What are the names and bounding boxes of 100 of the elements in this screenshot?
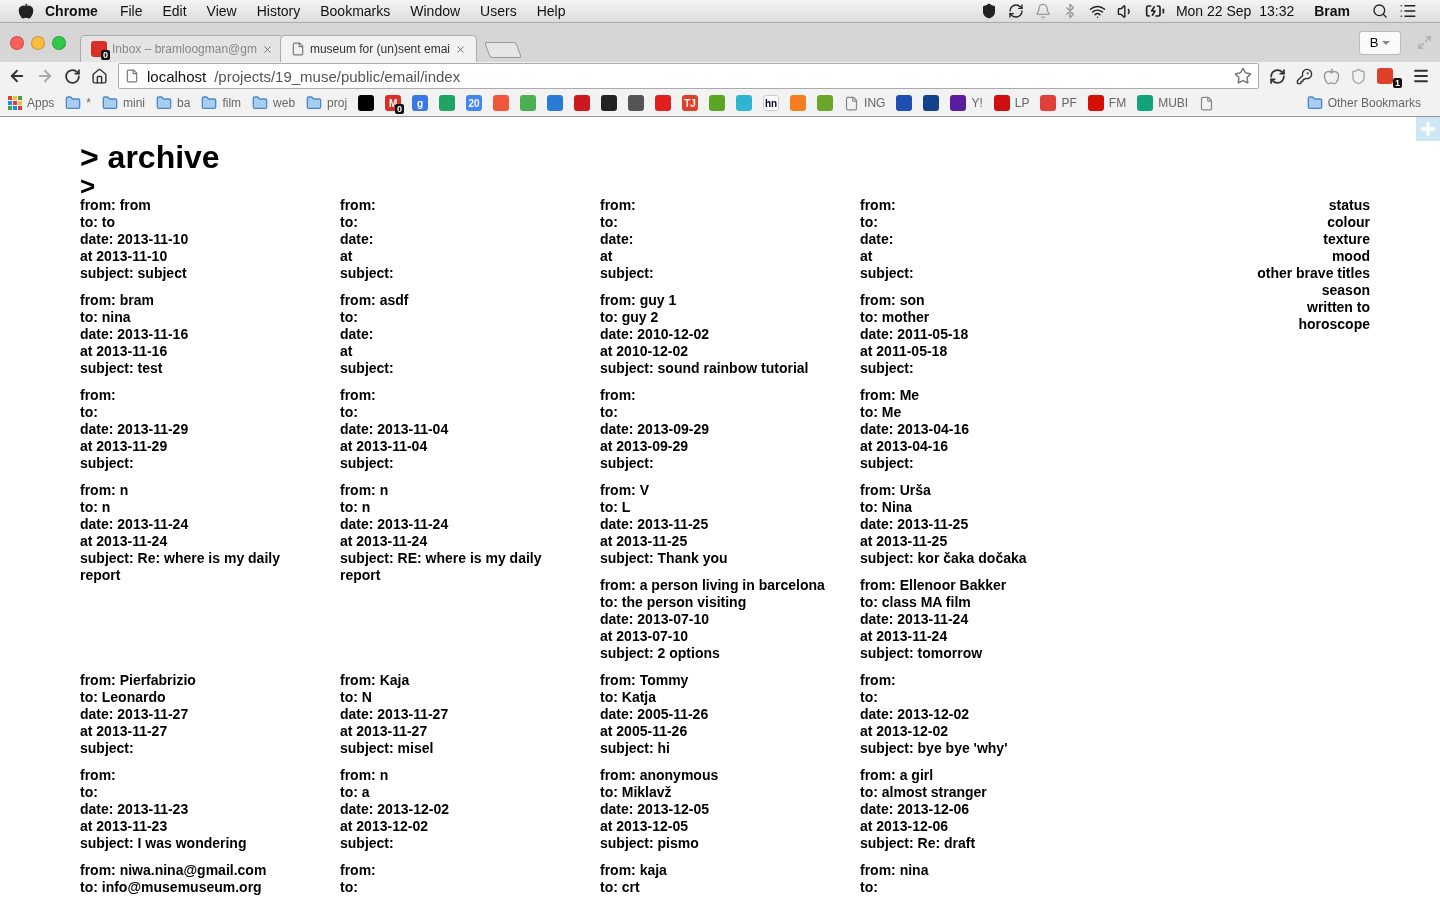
email-field: subject: Re: draft: [860, 835, 1096, 852]
bookmark-icon[interactable]: [896, 95, 913, 111]
bookmark-icon[interactable]: g: [412, 95, 429, 111]
key-icon[interactable]: [1296, 67, 1313, 85]
bookmark[interactable]: Other Bookmarks: [1306, 95, 1421, 111]
reload-icon[interactable]: [64, 67, 81, 85]
bookmark-icon[interactable]: 20: [466, 95, 483, 111]
bookmark-icon[interactable]: hn: [763, 95, 780, 111]
folder-icon: [65, 95, 82, 111]
bookmark[interactable]: MUBI: [1137, 95, 1189, 111]
sort-link[interactable]: written to: [1307, 299, 1370, 316]
bookmark-icon[interactable]: TJ: [682, 95, 699, 111]
email-field: subject:: [860, 265, 1096, 282]
email-field: from: a person living in barcelona: [600, 577, 836, 594]
menu-item[interactable]: Users: [480, 3, 517, 19]
new-tab-button[interactable]: [484, 42, 522, 58]
sort-link[interactable]: mood: [1331, 248, 1370, 265]
clock[interactable]: Mon 22 Sep 13:32: [1175, 3, 1295, 19]
email-field: at: [860, 248, 1096, 265]
user-name[interactable]: Bram: [1314, 3, 1350, 19]
email-field: to:: [340, 214, 576, 231]
menu-item[interactable]: Window: [410, 3, 461, 19]
email-field: date: 2013-11-10: [80, 231, 316, 248]
bookmark[interactable]: ba: [156, 95, 191, 111]
email-field: at 2013-12-02: [860, 723, 1096, 740]
email-field: date: 2013-11-24: [80, 516, 316, 533]
email-field: at: [340, 343, 576, 360]
email-field: at 2013-11-29: [80, 438, 316, 455]
browser-tab[interactable]: museum for (un)sent emai: [279, 35, 477, 62]
bookmark[interactable]: mini: [102, 95, 146, 111]
bookmark[interactable]: proj: [306, 95, 348, 111]
email-field: subject: Thank you: [600, 550, 836, 567]
menu-item[interactable]: Edit: [162, 3, 187, 19]
email-field: at 2013-11-25: [600, 533, 836, 550]
bookmark[interactable]: Y!: [950, 95, 983, 111]
email-field: from:: [860, 672, 1096, 689]
close-button[interactable]: [10, 35, 24, 50]
menu-item[interactable]: History: [256, 3, 301, 19]
bookmark[interactable]: ING: [844, 95, 886, 111]
menu-item[interactable]: Chrome: [45, 3, 98, 19]
sync-icon[interactable]: [1007, 3, 1024, 19]
email-field: subject: kor čaka dočaka: [860, 550, 1096, 567]
email-field: subject:: [860, 360, 1096, 377]
bookmark[interactable]: PF: [1040, 95, 1077, 111]
email-field: to:: [340, 879, 576, 896]
email-field: from: Tommy: [600, 672, 836, 689]
email-field: to:: [600, 404, 836, 421]
email-field: date:: [340, 326, 576, 343]
folder-icon: [102, 95, 119, 111]
bookmark[interactable]: *: [65, 95, 92, 111]
folder-icon: [156, 95, 173, 111]
menu-item[interactable]: Help: [536, 3, 566, 19]
sort-link[interactable]: status: [1328, 197, 1370, 214]
bell-icon[interactable]: [1034, 3, 1051, 19]
menu-item[interactable]: File: [119, 3, 143, 19]
bookmark-icon[interactable]: [358, 95, 375, 111]
email-field: from: Kaja: [340, 672, 576, 689]
heading-marker: >: [80, 175, 96, 197]
sort-link[interactable]: colour: [1327, 214, 1370, 231]
bookmark[interactable]: LP: [993, 95, 1030, 111]
email-field: to: crt: [600, 879, 836, 896]
shield-icon[interactable]: [980, 3, 997, 19]
address-field[interactable]: localhost /projects/19_muse/public/email/index: [118, 63, 1259, 89]
search-icon[interactable]: [1372, 3, 1388, 19]
email-field: subject:: [340, 360, 576, 377]
close-icon[interactable]: [261, 43, 273, 55]
bookmark-icon[interactable]: [601, 95, 618, 111]
list-icon[interactable]: [1399, 2, 1417, 20]
apple-icon[interactable]: [1323, 67, 1340, 85]
bookmark-icon[interactable]: [923, 95, 940, 111]
zoom-button[interactable]: [52, 35, 66, 50]
sort-link[interactable]: other brave titles: [1257, 265, 1370, 282]
sort-link[interactable]: season: [1321, 282, 1370, 299]
back-icon[interactable]: [8, 67, 26, 85]
email-field: from:: [80, 767, 316, 784]
email-field: subject: test: [80, 360, 316, 377]
sync-icon[interactable]: [1269, 67, 1286, 85]
bookmark[interactable]: film: [201, 95, 242, 111]
profile-button[interactable]: B: [1359, 30, 1401, 55]
menu-item[interactable]: Bookmarks: [320, 3, 391, 19]
email-field: at 2013-11-25: [860, 533, 1096, 550]
email-field: at 2005-11-26: [600, 723, 836, 740]
star-icon[interactable]: [1234, 67, 1252, 85]
email-field: to:: [340, 404, 576, 421]
close-icon[interactable]: [455, 43, 466, 55]
bookmark-icon[interactable]: [628, 95, 645, 111]
email-field: from: a girl: [860, 767, 1096, 784]
email-field: at 2013-11-10: [80, 248, 316, 265]
email-field: at 2013-11-27: [340, 723, 576, 740]
email-field: subject: tomorrow: [860, 645, 1096, 662]
bookmark[interactable]: web: [252, 95, 296, 111]
home-icon[interactable]: [91, 67, 108, 85]
bookmark[interactable]: Apps: [8, 96, 55, 110]
email-field: to:: [80, 404, 316, 421]
sort-link[interactable]: texture: [1323, 231, 1370, 248]
bookmark[interactable]: FM: [1087, 95, 1127, 111]
sort-link[interactable]: horoscope: [1298, 316, 1370, 333]
menu-item[interactable]: View: [206, 3, 237, 19]
apple-logo-icon[interactable]: [18, 3, 34, 19]
menu-icon[interactable]: [1412, 67, 1430, 85]
